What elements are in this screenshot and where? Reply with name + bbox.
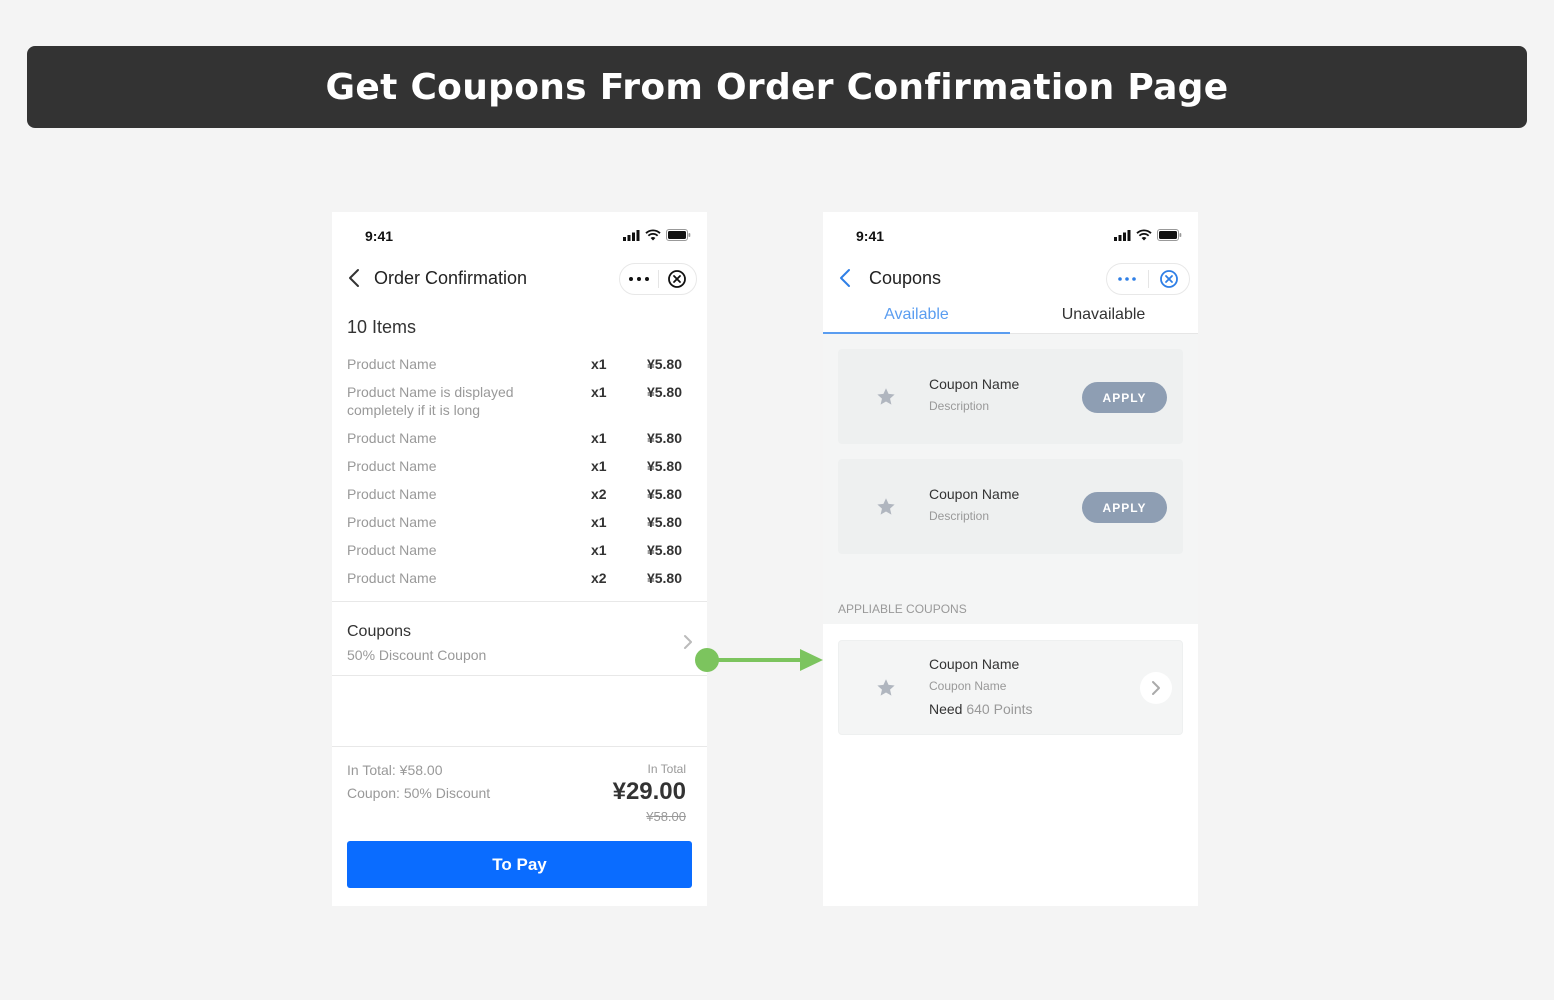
product-price: ¥5.80: [646, 486, 682, 502]
total-original-price: ¥58.00: [646, 809, 686, 824]
product-qty: x1: [591, 356, 607, 372]
product-price: ¥5.80: [646, 458, 682, 474]
coupon-card: Coupon Name Description APPLY: [838, 459, 1183, 554]
status-time: 9:41: [856, 228, 885, 244]
back-button[interactable]: [831, 264, 859, 292]
product-qty: x2: [591, 570, 607, 586]
product-row: Product Name x1 ¥5.80: [347, 429, 692, 447]
signal-icon: [623, 229, 640, 241]
total-caption: In Total: [647, 762, 686, 776]
more-icon: [1118, 277, 1137, 281]
total-amount: ¥29.00: [612, 778, 686, 805]
coupon-name: Coupon Name: [929, 376, 1020, 392]
product-row: Product Name x1 ¥5.80: [347, 541, 692, 559]
divider: [332, 601, 707, 602]
section-title: APPLIABLE COUPONS: [838, 602, 967, 616]
tab-unavailable[interactable]: Unavailable: [1010, 306, 1197, 334]
product-row: Product Name x1 ¥5.80: [347, 355, 692, 373]
open-coupon-button[interactable]: [1140, 672, 1172, 704]
coupon-card: Coupon Name Description APPLY: [838, 349, 1183, 444]
chevron-right-icon: [1152, 681, 1160, 695]
coupon-description: Description: [929, 399, 990, 413]
status-icons: [1114, 229, 1182, 241]
product-qty: x2: [591, 486, 607, 502]
page-title: Order Confirmation: [374, 268, 528, 288]
close-button[interactable]: [658, 264, 696, 294]
product-qty: x1: [591, 514, 607, 530]
order-confirmation-screen: 9:41 Order Confirmation 10 Items Product…: [332, 212, 707, 906]
chevron-left-icon: [349, 269, 359, 287]
items-count: 10 Items: [347, 317, 417, 337]
star-icon: [877, 388, 895, 405]
coupon-name: Coupon Name: [929, 656, 1020, 672]
close-button[interactable]: [1148, 264, 1189, 294]
coupon-subtitle: Coupon Name: [929, 679, 1007, 693]
points-value: 640 Points: [966, 701, 1033, 717]
product-name: Product Name: [347, 514, 437, 530]
pay-button[interactable]: To Pay: [347, 841, 692, 888]
product-qty: x1: [591, 430, 607, 446]
product-price: ¥5.80: [646, 384, 682, 400]
product-name: Product Name: [347, 458, 437, 474]
divider: [332, 675, 707, 676]
product-list: Product Name x1 ¥5.80 Product Name is di…: [347, 355, 692, 587]
more-button[interactable]: [620, 264, 658, 294]
flow-arrow-icon: [695, 648, 823, 672]
product-name: Product Name: [347, 486, 437, 502]
coupon-name: Coupon Name: [929, 486, 1020, 502]
more-button[interactable]: [1107, 264, 1148, 294]
banner-title: Get Coupons From Order Confirmation Page: [325, 66, 1229, 108]
page-banner: Get Coupons From Order Confirmation Page: [27, 46, 1527, 128]
in-total-line: In Total: ¥58.00: [347, 762, 443, 778]
product-name: Product Name: [347, 542, 437, 558]
tab-active-indicator: [823, 332, 1010, 334]
product-row: Product Name x1 ¥5.80: [347, 457, 692, 475]
coupons-screen: 9:41 Coupons Available Unavailable Coupo…: [823, 212, 1198, 906]
more-icon: [628, 277, 649, 281]
divider: [332, 746, 707, 747]
product-price: ¥5.80: [646, 542, 682, 558]
star-icon: [877, 679, 895, 696]
battery-icon: [666, 229, 691, 241]
product-price: ¥5.80: [646, 430, 682, 446]
product-name: Product Name: [347, 430, 437, 446]
back-button[interactable]: [340, 264, 368, 292]
battery-icon: [1157, 229, 1182, 241]
product-price: ¥5.80: [646, 356, 682, 372]
wifi-icon: [645, 229, 661, 241]
product-qty: x1: [591, 384, 607, 400]
product-name: Product Name: [347, 570, 437, 586]
need-label: Need: [929, 701, 963, 717]
close-circle-icon: [668, 270, 687, 288]
apply-button[interactable]: APPLY: [1082, 492, 1167, 523]
product-price: ¥5.80: [646, 570, 682, 586]
product-name: Product Name: [347, 356, 437, 372]
product-row: Product Name x1 ¥5.80: [347, 513, 692, 531]
chevron-left-icon: [840, 269, 850, 287]
coupon-discount-line: Coupon: 50% Discount: [347, 785, 491, 801]
coupons-label: Coupons: [347, 623, 412, 640]
product-row: Product Name is displayed completely if …: [347, 383, 692, 419]
product-row: Product Name x2 ¥5.80: [347, 569, 692, 587]
apply-button[interactable]: APPLY: [1082, 382, 1167, 413]
status-icons: [623, 229, 691, 241]
close-circle-icon: [1159, 270, 1178, 288]
product-qty: x1: [591, 458, 607, 474]
product-qty: x1: [591, 542, 607, 558]
signal-icon: [1114, 229, 1131, 241]
star-icon: [877, 498, 895, 515]
coupon-description: Description: [929, 509, 990, 523]
product-row: Product Name x2 ¥5.80: [347, 485, 692, 503]
wifi-icon: [1136, 229, 1152, 241]
coupons-value: 50% Discount Coupon: [347, 647, 487, 663]
status-time: 9:41: [365, 228, 394, 244]
page-title: Coupons: [869, 268, 942, 288]
tab-available[interactable]: Available: [823, 306, 1010, 334]
appliable-coupon-card[interactable]: Coupon Name Coupon Name Need 640 Points: [838, 640, 1183, 735]
product-name: Product Name is displayed completely if …: [347, 384, 514, 418]
mini-program-capsule: [619, 263, 697, 295]
points-requirement: Need 640 Points: [929, 701, 1033, 717]
product-price: ¥5.80: [646, 514, 682, 530]
mini-program-capsule: [1106, 263, 1190, 295]
